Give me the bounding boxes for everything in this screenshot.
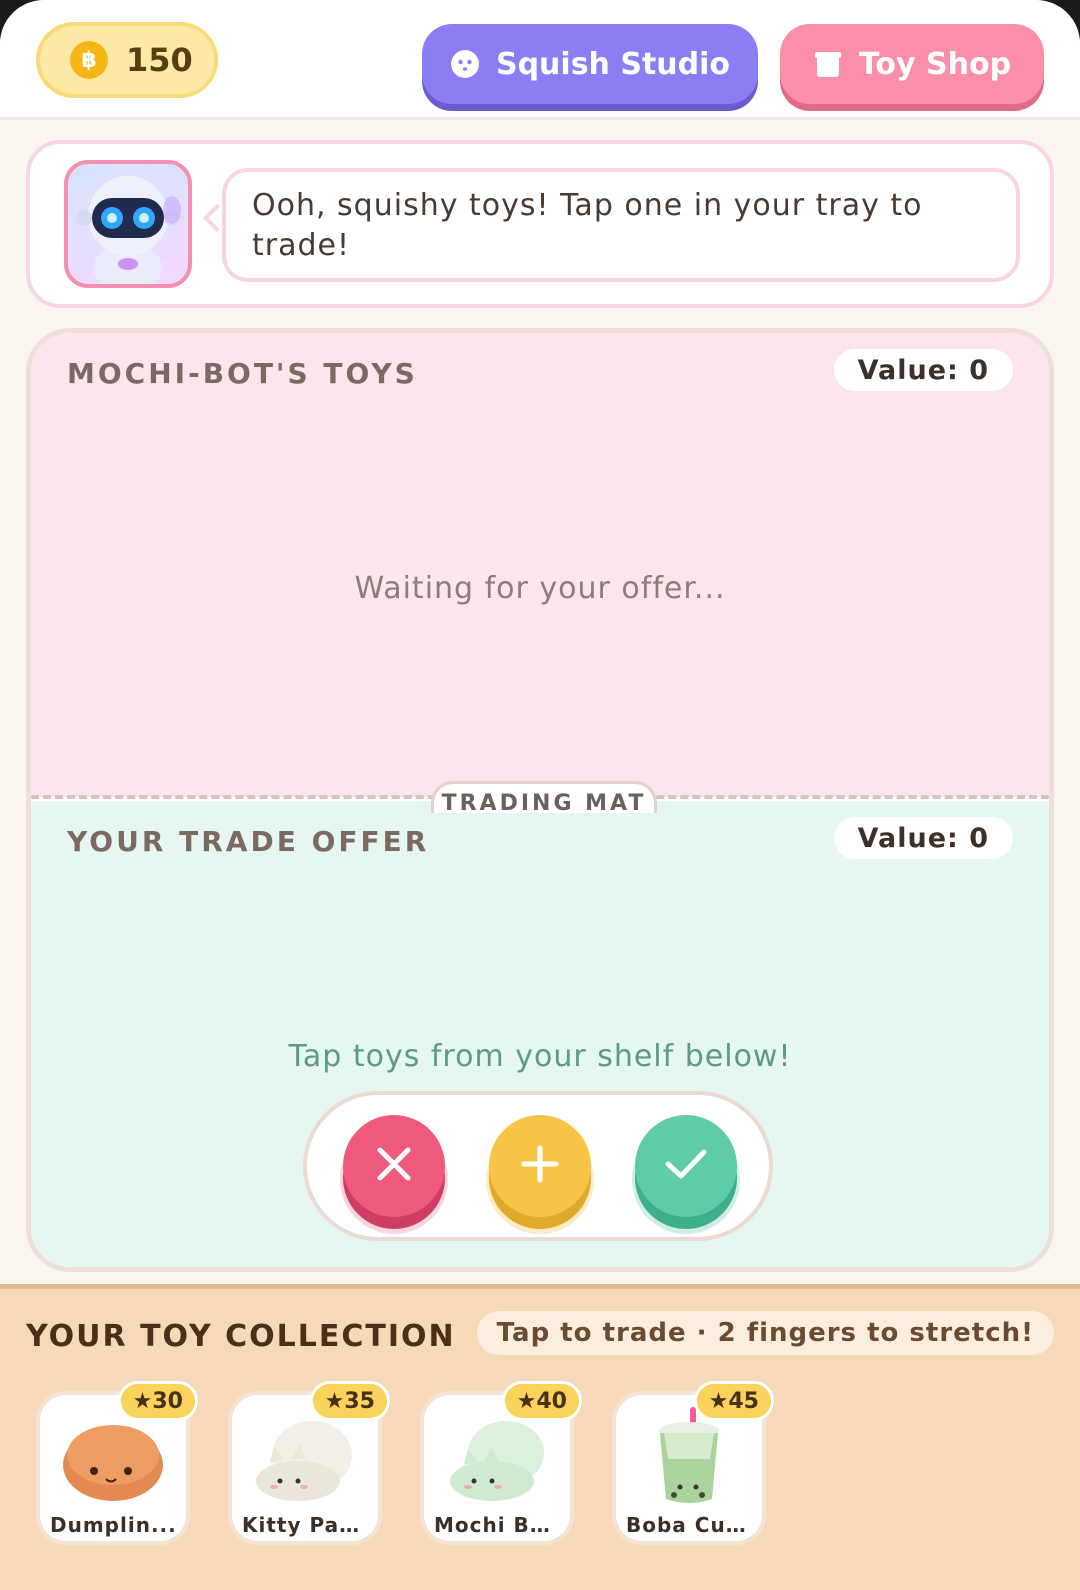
bot-waiting-text: Waiting for your offer... — [354, 571, 726, 606]
robot-avatar — [64, 160, 192, 288]
top-bar: ฿ 150 Squish Studio Toy Shop — [0, 0, 1080, 120]
toy-card-mochi-bunny[interactable]: ★40 Mochi Bu... — [420, 1381, 582, 1545]
coin-balance: ฿ 150 — [36, 22, 218, 98]
confirm-trade-button[interactable] — [635, 1115, 737, 1217]
bot-toys-title: MOCHI-BOT'S TOYS — [67, 357, 418, 390]
squish-studio-label: Squish Studio — [495, 46, 731, 82]
plus-icon — [520, 1144, 560, 1188]
toy-name: Mochi Bu... — [434, 1513, 562, 1537]
npc-message-text: Ooh, squishy toys! Tap one in your tray … — [252, 188, 923, 263]
trade-actions-tray — [303, 1091, 773, 1241]
offer-value-badge: Value: 0 — [833, 817, 1013, 859]
add-toy-button[interactable] — [489, 1115, 591, 1217]
boba-toy-icon — [659, 1407, 719, 1503]
npc-message-card: Ooh, squishy toys! Tap one in your tray … — [26, 140, 1054, 308]
mochi-toy-icon — [450, 1421, 544, 1501]
coin-icon: ฿ — [70, 41, 108, 79]
trade-offer-title: YOUR TRADE OFFER — [67, 825, 430, 858]
toy-collection-shelf: YOUR TOY COLLECTION Tap to trade · 2 fin… — [0, 1284, 1080, 1590]
offer-hint-text: Tap toys from your shelf below! — [288, 1039, 792, 1074]
dumpling-toy-icon — [63, 1425, 163, 1501]
coin-count: 150 — [126, 41, 193, 79]
trading-board: MOCHI-BOT'S TOYS Value: 0 Waiting for yo… — [26, 328, 1054, 1272]
bot-toys-zone: MOCHI-BOT'S TOYS Value: 0 Waiting for yo… — [31, 333, 1049, 797]
collection-hint: Tap to trade · 2 fingers to stretch! — [476, 1311, 1054, 1355]
close-icon — [374, 1144, 414, 1188]
toy-name: Dumplin... — [50, 1513, 177, 1537]
kitty-toy-icon — [256, 1421, 352, 1501]
toy-name: Kitty Paw... — [242, 1513, 370, 1537]
squish-studio-button[interactable]: Squish Studio — [422, 24, 758, 104]
face-icon — [450, 49, 480, 79]
toy-shop-label: Toy Shop — [858, 46, 1012, 82]
check-icon — [663, 1144, 709, 1188]
toy-card-dumpling[interactable]: ★30 Dumplin... — [36, 1381, 198, 1545]
toy-card-boba-cup[interactable]: ★45 Boba Cup... — [612, 1381, 774, 1545]
toy-name: Boba Cup... — [626, 1513, 754, 1537]
trading-mat-label: TRADING MAT — [431, 781, 657, 813]
shopping-bag-icon — [813, 49, 843, 79]
cancel-trade-button[interactable] — [343, 1115, 445, 1217]
collection-title: YOUR TOY COLLECTION — [26, 1319, 456, 1354]
toy-shop-button[interactable]: Toy Shop — [780, 24, 1044, 104]
bot-value-badge: Value: 0 — [833, 349, 1013, 391]
speech-bubble: Ooh, squishy toys! Tap one in your tray … — [222, 168, 1020, 282]
toy-card-kitty-paw[interactable]: ★35 Kitty Paw... — [228, 1381, 390, 1545]
app-screen: ฿ 150 Squish Studio Toy Shop Ooh, squish… — [0, 0, 1080, 1590]
